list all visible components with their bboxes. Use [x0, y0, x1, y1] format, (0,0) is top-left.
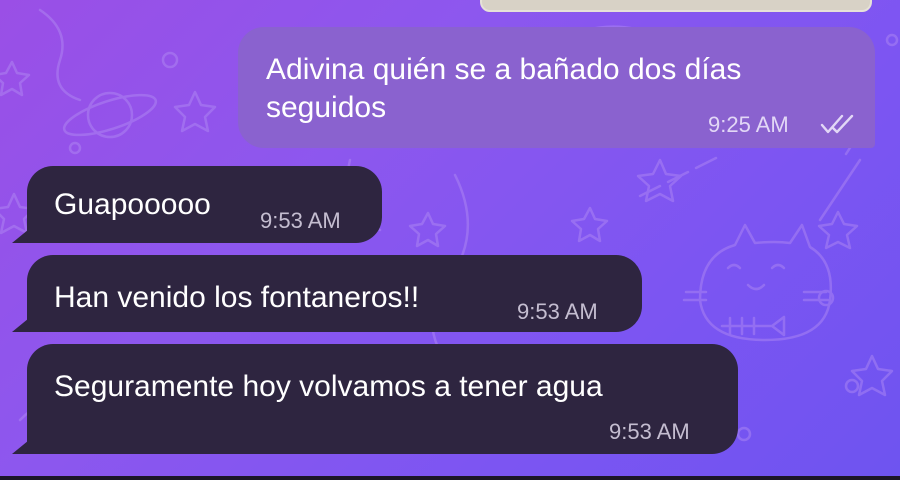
- incoming-message-bubble[interactable]: Han venido los fontaneros!! 9:53 AM: [27, 255, 642, 332]
- bottom-edge-bar: [0, 476, 900, 480]
- outgoing-message-bubble[interactable]: Adivina quién se a bañado dos días segui…: [238, 27, 875, 148]
- message-text-line: Adivina quién se a bañado dos días: [266, 53, 742, 86]
- double-check-icon: [820, 114, 854, 134]
- message-text: Seguramente hoy volvamos a tener agua: [54, 370, 603, 403]
- incoming-message-bubble[interactable]: Seguramente hoy volvamos a tener agua 9:…: [27, 344, 738, 454]
- message-timestamp: 9:53 AM: [260, 208, 341, 233]
- message-text: Guapooooo: [54, 188, 211, 221]
- message-text: Adivina quién se a bañado dos días segui…: [266, 51, 741, 127]
- message-text-line: seguidos: [266, 91, 387, 124]
- incoming-message-bubble[interactable]: Guapooooo 9:53 AM: [27, 166, 382, 243]
- message-text: Han venido los fontaneros!!: [54, 281, 420, 314]
- message-timestamp: 9:53 AM: [517, 299, 598, 324]
- previous-image-message[interactable]: [480, 0, 872, 12]
- message-timestamp: 9:25 AM: [708, 112, 789, 137]
- message-timestamp: 9:53 AM: [609, 419, 690, 444]
